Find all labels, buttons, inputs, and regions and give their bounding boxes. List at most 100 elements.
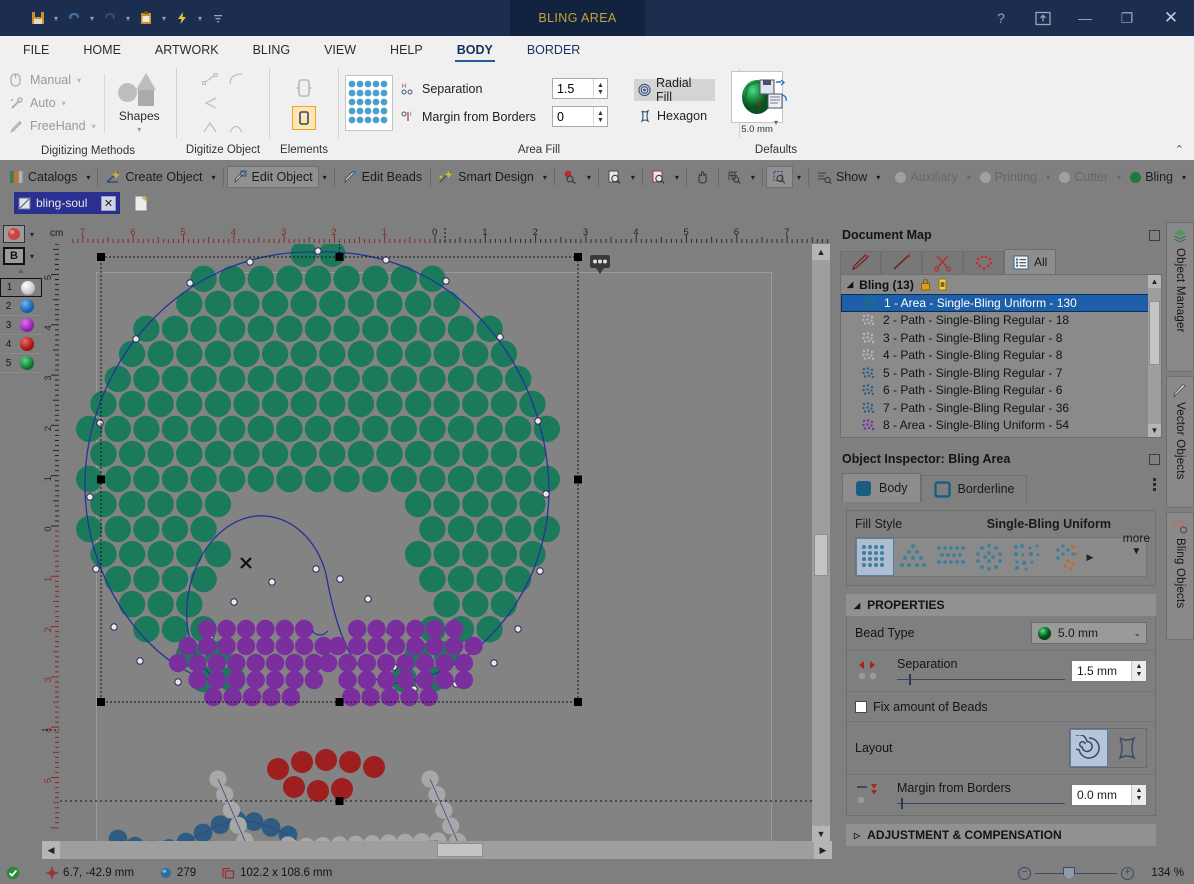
document-tab-close-icon[interactable]: ✕: [101, 195, 116, 211]
dm-scroll-down-icon[interactable]: ▼: [1148, 424, 1161, 437]
vtab-object-manager[interactable]: Object Manager: [1166, 222, 1194, 372]
digitize-auto-caret[interactable]: ▾: [62, 99, 66, 108]
palette-item-3-swatch[interactable]: [20, 318, 34, 332]
object-inspector-pin-button[interactable]: [1149, 453, 1160, 465]
artwork-beads[interactable]: [60, 244, 822, 844]
properties-collapse-icon[interactable]: ◢: [854, 601, 860, 610]
layout-spiral-button[interactable]: [1070, 729, 1108, 767]
toolbar-zoom-page[interactable]: [602, 166, 627, 188]
separation-value-box[interactable]: 1.5 mm ▲ ▼: [1071, 660, 1147, 682]
fill-style-triangle[interactable]: [894, 538, 932, 576]
toolbar-grid-zoom[interactable]: [722, 166, 747, 188]
scroll-up-icon[interactable]: ▲: [812, 244, 830, 260]
zoom-slider[interactable]: [1035, 866, 1117, 880]
dm-tab-pencil[interactable]: [840, 251, 881, 274]
digitize-manual-button[interactable]: Manual ▾: [6, 69, 100, 91]
document-map-row[interactable]: 2 - Path - Single-Bling Regular - 18: [841, 312, 1161, 330]
palette-scroll-up-icon[interactable]: ▲: [0, 266, 42, 277]
toolbar-zoom-box-caret[interactable]: ▾: [793, 173, 805, 182]
fix-beads-row[interactable]: Fix amount of Beads: [847, 692, 1155, 722]
layer-auxiliary[interactable]: Auxiliary: [890, 166, 962, 188]
margin-prop-spinner[interactable]: ▲ ▼: [1131, 785, 1146, 805]
radial-fill-toggle[interactable]: Radial Fill: [634, 76, 716, 104]
digitize-freehand-button[interactable]: FreeHand ▾: [6, 115, 100, 137]
fix-beads-checkbox[interactable]: [855, 700, 867, 713]
layer-printing-caret[interactable]: ▾: [1042, 173, 1054, 182]
separation-slider[interactable]: [897, 673, 1065, 685]
toolbar-zoom-pin[interactable]: [558, 166, 583, 188]
document-map-row[interactable]: 5 - Path - Single-Bling Regular - 7: [841, 364, 1161, 382]
object-inspector-menu-button[interactable]: [1153, 478, 1156, 491]
dm-tab-all[interactable]: All: [1004, 249, 1057, 274]
document-map-row[interactable]: 9 - Path - Single-Bling Regular - 6: [841, 434, 1161, 437]
toolbar-smart-design-caret[interactable]: ▾: [539, 173, 551, 182]
scroll-down-icon[interactable]: ▼: [812, 826, 830, 842]
hexagon-toggle[interactable]: Hexagon: [634, 105, 715, 127]
peak-tool-icon[interactable]: [201, 119, 219, 135]
minimize-button[interactable]: —: [1064, 0, 1106, 36]
lightning-dropdown-caret[interactable]: ▾: [194, 7, 206, 29]
scroll-left-icon[interactable]: ◀: [42, 841, 60, 859]
close-button[interactable]: ✕: [1148, 0, 1194, 36]
toolbar-zoom-page-caret[interactable]: ▾: [627, 173, 639, 182]
horizontal-ruler[interactable]: cm 765432101234567: [42, 226, 832, 244]
palette-color-row[interactable]: ▾: [0, 222, 42, 244]
bead-type-chevron-down-icon[interactable]: ⌄: [1133, 628, 1141, 639]
paste-icon[interactable]: [136, 7, 156, 29]
toolbar-zoom-pin-caret[interactable]: ▾: [583, 173, 595, 182]
help-button[interactable]: ?: [980, 0, 1022, 36]
document-map-scrollbar[interactable]: ▲ ▼: [1148, 275, 1161, 437]
separation-spin-arrows[interactable]: ▲ ▼: [593, 79, 607, 98]
scroll-right-icon[interactable]: ▶: [814, 841, 832, 859]
digitize-manual-caret[interactable]: ▾: [77, 76, 81, 85]
fill-style-diamond[interactable]: [1046, 538, 1084, 576]
palette-color-caret[interactable]: ▾: [30, 230, 34, 239]
digitize-freehand-caret[interactable]: ▾: [92, 122, 96, 131]
undo-icon[interactable]: [64, 7, 84, 29]
palette-item-2-swatch[interactable]: [20, 299, 34, 313]
paste-dropdown-caret[interactable]: ▾: [158, 7, 170, 29]
collapse-ribbon-button[interactable]: ⌃: [1175, 143, 1184, 156]
document-map-row[interactable]: 7 - Path - Single-Bling Regular - 36: [841, 399, 1161, 417]
toolbar-show-caret[interactable]: ▾: [872, 173, 884, 182]
fill-style-ring[interactable]: [970, 538, 1008, 576]
zoom-out-button[interactable]: −: [1018, 866, 1031, 880]
new-document-tab-button[interactable]: [128, 193, 154, 213]
adjustment-expand-icon[interactable]: ▷: [854, 831, 860, 840]
palette-item-5[interactable]: 5: [0, 354, 42, 373]
toolbar-edit-beads[interactable]: Edit Beads: [338, 166, 427, 188]
fill-style-rows[interactable]: [932, 538, 970, 576]
dm-tab-beads[interactable]: [963, 251, 1004, 274]
vtab-bling-objects[interactable]: Bling Objects: [1166, 512, 1194, 640]
save-defaults-icon[interactable]: t: [758, 78, 794, 110]
document-map-row[interactable]: 3 - Path - Single-Bling Regular - 8: [841, 329, 1161, 347]
tree-expand-icon[interactable]: ◢: [847, 280, 853, 289]
dm-tab-brush[interactable]: [881, 251, 922, 274]
document-map-root-row[interactable]: ◢ Bling (13): [841, 275, 1161, 294]
toolbar-zoom-box[interactable]: [765, 166, 793, 188]
fill-style-next-arrow[interactable]: ▶: [1084, 552, 1096, 563]
toolbar-create-object[interactable]: Create Object: [101, 166, 207, 188]
save-icon[interactable]: [28, 7, 48, 29]
bead-type-select[interactable]: 5.0 mm ⌄: [1031, 622, 1147, 644]
shapes-caret[interactable]: ▾: [137, 125, 141, 134]
zoom-in-button[interactable]: +: [1121, 866, 1134, 880]
digitize-auto-button[interactable]: Auto ▾: [6, 92, 100, 114]
design-canvas[interactable]: [60, 244, 822, 844]
document-map-pin-button[interactable]: [1149, 229, 1160, 241]
tab-home[interactable]: HOME: [66, 38, 138, 62]
redo-dropdown-caret[interactable]: ▾: [122, 7, 134, 29]
margin-slider[interactable]: [897, 797, 1065, 809]
contextual-tab-bling-area[interactable]: BLING AREA: [510, 0, 645, 36]
vertical-scrollbar[interactable]: ▲ ▼: [812, 244, 830, 842]
toolbar-zoom-selection[interactable]: [646, 166, 671, 188]
toolbar-edit-object[interactable]: Edit Object: [226, 166, 319, 188]
document-tab-bling-soul[interactable]: bling-soul ✕: [14, 192, 120, 214]
palette-item-5-swatch[interactable]: [20, 356, 34, 370]
toolbar-smart-design[interactable]: Smart Design: [434, 166, 539, 188]
margin-value-box[interactable]: 0.0 mm ▲ ▼: [1071, 784, 1147, 806]
properties-section-header[interactable]: ◢ PROPERTIES: [846, 594, 1156, 616]
margin-spin-arrows[interactable]: ▲ ▼: [593, 107, 607, 126]
oi-tab-borderline[interactable]: Borderline: [920, 475, 1028, 502]
palette-item-4-swatch[interactable]: [20, 337, 34, 351]
